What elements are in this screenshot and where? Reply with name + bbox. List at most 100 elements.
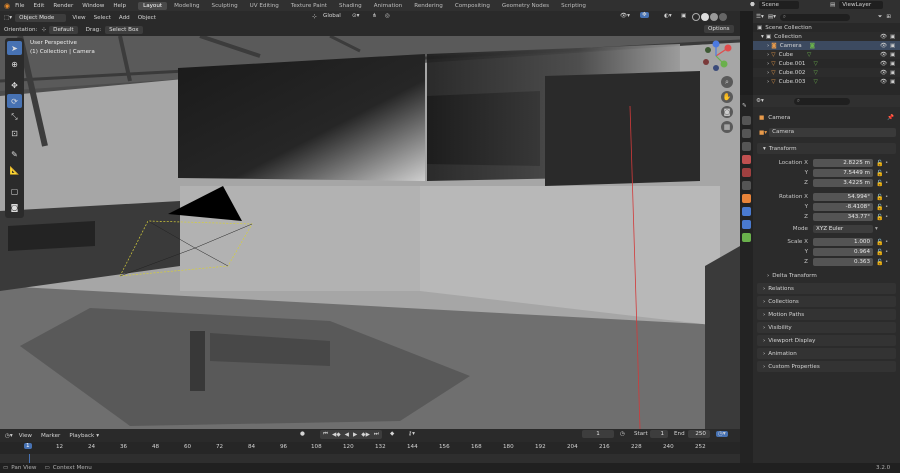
tab-geometry-nodes[interactable]: Geometry Nodes xyxy=(497,2,554,10)
tab-layout[interactable]: Layout xyxy=(138,1,168,10)
tab-animation[interactable]: Animation xyxy=(369,2,408,10)
properties-search-input[interactable]: ⌕ xyxy=(793,97,850,105)
rotation-mode-dropdown[interactable]: XYZ Euler xyxy=(813,225,873,233)
orientation-dropdown[interactable]: Default xyxy=(49,26,78,34)
location-z-field[interactable]: 3.4225 m xyxy=(813,179,873,187)
drag-dropdown[interactable]: Select Box xyxy=(105,26,143,34)
outliner-item-cube-001[interactable]: › ▽ Cube.001 ▽ 👁 ▣ xyxy=(753,59,900,68)
lock-icon[interactable]: 🔓 xyxy=(876,239,883,246)
lock-icon[interactable]: 🔓 xyxy=(876,180,883,187)
prev-key-icon[interactable]: ◀◆ xyxy=(332,432,341,438)
gizmo-toggle-icon[interactable]: ✥ xyxy=(640,12,649,18)
menu-object[interactable]: Object xyxy=(138,15,156,21)
visibility-icon[interactable]: 👁▾ xyxy=(620,13,630,19)
z-axis-icon[interactable] xyxy=(712,40,720,48)
keyframe-dot-icon[interactable]: • xyxy=(885,204,888,210)
output-tab-icon[interactable] xyxy=(742,129,751,138)
outliner-item-cube[interactable]: › ▽ Cube ▽ 👁 ▣ xyxy=(753,50,900,59)
current-frame-field[interactable]: 1 xyxy=(582,430,614,438)
outliner-item-cube-002[interactable]: › ▽ Cube.002 ▽ 👁 ▣ xyxy=(753,68,900,77)
pin-icon[interactable]: 📌 xyxy=(887,115,894,121)
next-key-icon[interactable]: ◆▶ xyxy=(361,432,370,438)
jump-end-icon[interactable]: ⏭ xyxy=(374,431,379,438)
menu-file[interactable]: File xyxy=(15,3,24,9)
xray-icon[interactable]: ▣ xyxy=(681,13,686,19)
record-icon[interactable]: ● xyxy=(300,431,305,437)
render-camera-icon[interactable]: ▣ xyxy=(890,79,895,85)
tab-texture-paint[interactable]: Texture Paint xyxy=(286,2,332,10)
select-tool-icon[interactable]: ➤ xyxy=(7,41,22,55)
tab-shading[interactable]: Shading xyxy=(334,2,367,10)
rotation-x-field[interactable]: 54.994° xyxy=(813,193,873,201)
new-collection-icon[interactable]: ⊞ xyxy=(886,14,891,20)
visibility-eye-icon[interactable]: 👁 xyxy=(880,43,887,49)
rendered-shading-icon[interactable] xyxy=(719,13,727,21)
tab-sculpting[interactable]: Sculpting xyxy=(207,2,243,10)
scale-tool-icon[interactable]: ⤡ xyxy=(7,110,22,124)
measure-tool-icon[interactable]: 📐 xyxy=(7,163,22,177)
modifiers-tab-icon[interactable] xyxy=(742,207,751,216)
preview-range-icon[interactable]: ◷ xyxy=(620,431,625,437)
visibility-eye-icon[interactable]: 👁 xyxy=(880,61,887,67)
panel-motion-paths[interactable]: › Motion Paths xyxy=(757,309,896,320)
properties-editor-icon[interactable]: ⚙▾ xyxy=(756,98,764,104)
tab-modeling[interactable]: Modeling xyxy=(169,2,204,10)
filter-view-icon[interactable]: ▤▾ xyxy=(768,14,776,20)
tab-compositing[interactable]: Compositing xyxy=(450,2,495,10)
location-y-field[interactable]: 7.5449 m xyxy=(813,169,873,177)
pan-hand-icon[interactable]: ✋ xyxy=(721,91,733,103)
rotation-z-field[interactable]: 343.77° xyxy=(813,213,873,221)
visibility-eye-icon[interactable]: 👁 xyxy=(880,34,887,40)
outliner-item-cube-003[interactable]: › ▽ Cube.003 ▽ 👁 ▣ xyxy=(753,77,900,86)
object-tab-icon[interactable] xyxy=(742,194,751,203)
timeline-menu-marker[interactable]: Marker xyxy=(41,433,60,439)
keyframe-dot-icon[interactable]: • xyxy=(885,214,888,220)
zoom-icon[interactable]: ⌕ xyxy=(721,76,733,88)
add-cube-tool-icon[interactable]: ▢ xyxy=(7,184,22,198)
render-camera-icon[interactable]: ▣ xyxy=(890,43,895,49)
keyframe-dot-icon[interactable]: • xyxy=(885,180,888,186)
render-tab-icon[interactable] xyxy=(742,116,751,125)
menu-add[interactable]: Add xyxy=(119,15,130,21)
scale-x-field[interactable]: 1.000 xyxy=(813,238,873,246)
keyframe-dot-icon[interactable]: • xyxy=(885,194,888,200)
proportional-edit-icon[interactable]: ◎ xyxy=(385,13,390,19)
x-axis-icon[interactable] xyxy=(724,44,732,52)
start-frame-field[interactable]: 1 xyxy=(650,430,668,438)
menu-render[interactable]: Render xyxy=(53,3,73,9)
transform-orientation-icon[interactable]: ⊹ xyxy=(312,14,317,20)
world-tab-icon[interactable] xyxy=(742,168,751,177)
transform-orientation[interactable]: Global xyxy=(323,13,341,19)
annotate-tool-icon[interactable]: ✎ xyxy=(7,147,22,161)
keying-set-icon[interactable]: ⚷▾ xyxy=(408,431,415,437)
navigation-gizmo[interactable] xyxy=(694,36,740,76)
menu-help[interactable]: Help xyxy=(113,3,126,9)
panel-visibility[interactable]: › Visibility xyxy=(757,322,896,333)
object-name-field[interactable]: Camera xyxy=(769,128,896,137)
overlay-icon[interactable]: ◐▾ xyxy=(664,13,672,19)
camera-view-icon[interactable]: ◙ xyxy=(721,106,733,118)
camera-tool-icon[interactable]: ◙ xyxy=(7,200,22,214)
wireframe-shading-icon[interactable] xyxy=(692,13,700,21)
pivot-icon[interactable]: ⊙▾ xyxy=(352,13,360,19)
scene-name[interactable]: Scene xyxy=(758,1,799,9)
render-camera-icon[interactable]: ▣ xyxy=(890,52,895,58)
physics-tab-icon[interactable] xyxy=(742,220,751,229)
panel-transform[interactable]: ▾ Transform xyxy=(757,143,896,154)
keyframe-dot-icon[interactable]: • xyxy=(885,249,888,255)
grid-perspective-icon[interactable]: ▦ xyxy=(721,121,733,133)
keyframe-dot-icon[interactable]: • xyxy=(885,170,888,176)
outliner-item-camera[interactable]: › ◙ Camera ◙ 👁 ▣ xyxy=(753,41,900,50)
mode-selector[interactable]: Object Mode xyxy=(15,13,67,22)
timeline-menu-playback[interactable]: Playback xyxy=(69,433,94,439)
y-axis-icon[interactable] xyxy=(720,60,728,68)
view-layer-name[interactable]: ViewLayer xyxy=(839,1,884,9)
timeline-ruler[interactable]: 1 12 24 36 48 60 72 84 96 108 120 132 14… xyxy=(0,442,740,454)
outliner-editor-icon[interactable]: ☰▾ xyxy=(756,14,764,20)
location-x-field[interactable]: 2.8225 m xyxy=(813,159,873,167)
view-layer-selector[interactable]: ▤ ViewLayer xyxy=(830,1,884,9)
scene-selector[interactable]: ⬣ Scene xyxy=(750,1,799,9)
blender-logo-icon[interactable]: ◉ xyxy=(4,2,10,10)
panel-viewport-display[interactable]: › Viewport Display xyxy=(757,335,896,346)
render-camera-icon[interactable]: ▣ xyxy=(890,61,895,67)
